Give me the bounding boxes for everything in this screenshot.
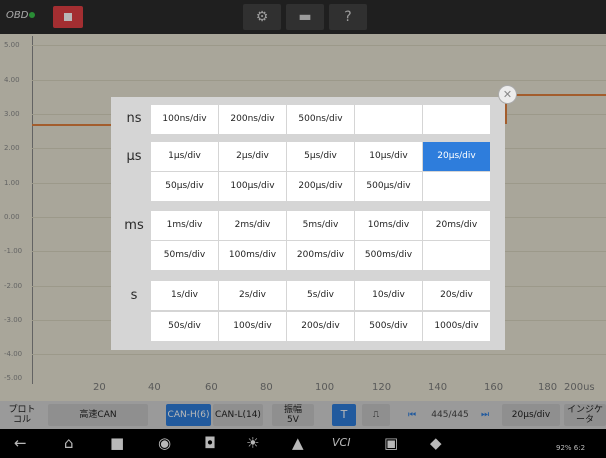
- timebase-option[interactable]: 2ms/div: [219, 211, 286, 240]
- timebase-option-empty: [423, 172, 490, 201]
- timebase-option[interactable]: 5μs/div: [287, 142, 354, 171]
- timebase-option[interactable]: 100μs/div: [219, 172, 286, 201]
- timebase-option[interactable]: 50ms/div: [151, 241, 218, 270]
- close-icon[interactable]: ✕: [498, 85, 517, 104]
- unit-us: μs: [126, 149, 142, 164]
- timebase-option[interactable]: 500ns/div: [287, 105, 354, 134]
- unit-s: s: [130, 288, 138, 303]
- timebase-option[interactable]: 5s/div: [287, 281, 354, 310]
- timebase-option[interactable]: 500ms/div: [355, 241, 422, 270]
- timebase-option[interactable]: 1s/div: [151, 281, 218, 310]
- timebase-option[interactable]: 2s/div: [219, 281, 286, 310]
- timebase-option[interactable]: 10s/div: [355, 281, 422, 310]
- timebase-option[interactable]: 100s/div: [219, 312, 286, 341]
- timebase-option[interactable]: 200ns/div: [219, 105, 286, 134]
- timebase-option[interactable]: 20ms/div: [423, 211, 490, 240]
- timebase-option[interactable]: 200ms/div: [287, 241, 354, 270]
- timebase-option[interactable]: 50μs/div: [151, 172, 218, 201]
- timebase-option[interactable]: 10μs/div: [355, 142, 422, 171]
- timebase-option[interactable]: 2μs/div: [219, 142, 286, 171]
- timebase-option-empty: [423, 241, 490, 270]
- timebase-option[interactable]: 200μs/div: [287, 172, 354, 201]
- timebase-option[interactable]: 10ms/div: [355, 211, 422, 240]
- timebase-option-empty: [423, 105, 490, 134]
- timebase-option[interactable]: 100ns/div: [151, 105, 218, 134]
- timebase-option[interactable]: 200s/div: [287, 312, 354, 341]
- timebase-option[interactable]: 20s/div: [423, 281, 490, 310]
- timebase-option[interactable]: 500s/div: [355, 312, 422, 341]
- timebase-option[interactable]: 50s/div: [151, 312, 218, 341]
- timebase-option[interactable]: 1ms/div: [151, 211, 218, 240]
- unit-ms: ms: [124, 218, 144, 233]
- unit-ns: ns: [126, 111, 142, 126]
- timebase-option[interactable]: 100ms/div: [219, 241, 286, 270]
- timebase-option[interactable]: 1μs/div: [151, 142, 218, 171]
- timebase-option-empty: [355, 105, 422, 134]
- timebase-option-selected[interactable]: 20μs/div: [423, 142, 490, 171]
- timebase-option[interactable]: 5ms/div: [287, 211, 354, 240]
- timebase-option[interactable]: 1000s/div: [423, 312, 490, 341]
- timebase-option[interactable]: 500μs/div: [355, 172, 422, 201]
